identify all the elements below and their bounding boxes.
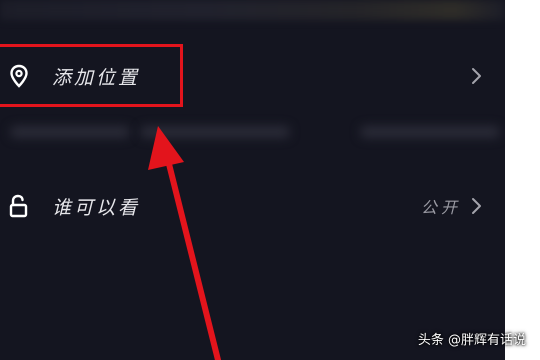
chevron-right-icon — [472, 198, 481, 214]
blurred-content-strip — [0, 116, 505, 148]
who-can-see-row[interactable]: 谁可以看 公开 — [0, 176, 505, 236]
who-can-see-label: 谁可以看 — [52, 196, 141, 219]
visibility-value: 公开 — [420, 198, 461, 217]
watermark-text: 头条 @胖辉有话说 — [417, 333, 526, 348]
blurred-top-content — [0, 0, 505, 20]
post-settings-screen: 添加位置 谁可以看 公开 头条 @胖辉有话说 — [0, 0, 540, 360]
unlock-icon — [7, 194, 31, 218]
highlight-box — [0, 44, 183, 107]
chevron-right-icon — [472, 68, 481, 84]
right-edge-panel — [505, 0, 540, 360]
